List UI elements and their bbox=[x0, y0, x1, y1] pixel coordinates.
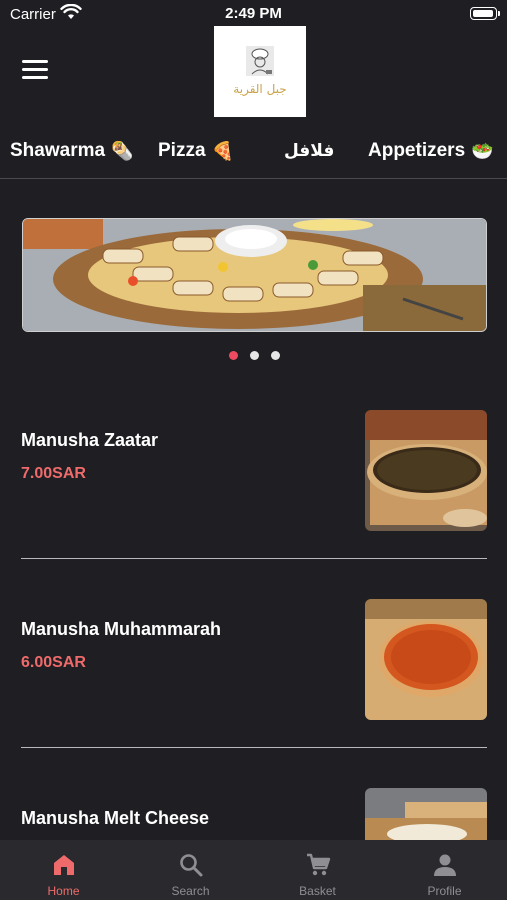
banner-carousel[interactable] bbox=[22, 218, 487, 332]
person-icon bbox=[433, 854, 456, 876]
product-divider bbox=[21, 558, 487, 559]
tab-label: Home bbox=[47, 884, 80, 898]
logo-text: جبل القرية bbox=[233, 82, 287, 96]
tab-label: Appetizers bbox=[368, 140, 466, 161]
product-item[interactable]: Manusha Zaatar 7.00SAR bbox=[0, 409, 507, 559]
tab-search[interactable]: Search bbox=[127, 840, 254, 900]
category-tabs: Shawarma 🌯 Pizza 🍕 فلافل Appetizers 🥗 bbox=[0, 134, 507, 170]
tab-falafel[interactable]: فلافل bbox=[284, 134, 334, 168]
tab-label: Pizza bbox=[158, 140, 206, 161]
tab-label: فلافل bbox=[284, 141, 335, 161]
tab-label: Basket bbox=[299, 884, 336, 898]
product-item[interactable]: Manusha Muhammarah 6.00SAR bbox=[0, 598, 507, 748]
product-image bbox=[365, 599, 487, 720]
wrap-emoji-icon: 🌯 bbox=[111, 140, 134, 162]
hamburger-icon bbox=[22, 60, 48, 63]
tab-label: Shawarma bbox=[10, 140, 106, 161]
tab-basket[interactable]: Basket bbox=[254, 840, 381, 900]
bottom-tab-bar: Home Search Basket Profile bbox=[0, 840, 507, 900]
tab-label: Profile bbox=[427, 884, 462, 898]
clock: 2:49 PM bbox=[225, 5, 282, 22]
menu-button[interactable] bbox=[22, 60, 48, 82]
cart-icon bbox=[306, 853, 330, 876]
product-name: Manusha Melt Cheese bbox=[21, 808, 210, 828]
salad-emoji-icon: 🥗 bbox=[471, 140, 494, 162]
tab-label: Search bbox=[171, 884, 210, 898]
restaurant-logo: جبل القرية bbox=[214, 26, 306, 117]
product-image bbox=[365, 410, 487, 531]
chef-icon bbox=[246, 46, 274, 76]
product-name: Manusha Muhammarah bbox=[21, 619, 222, 639]
carousel-dot-1[interactable] bbox=[229, 351, 238, 360]
tab-pizza[interactable]: Pizza 🍕 bbox=[158, 134, 234, 168]
pizza-emoji-icon: 🍕 bbox=[211, 140, 234, 162]
status-bar: Carrier 2:49 PM bbox=[0, 0, 507, 28]
product-divider bbox=[21, 747, 487, 748]
search-icon bbox=[179, 854, 202, 877]
tabs-divider bbox=[0, 178, 507, 179]
carousel-indicator bbox=[0, 351, 507, 361]
tab-appetizers[interactable]: Appetizers 🥗 bbox=[368, 134, 494, 168]
home-icon bbox=[53, 855, 74, 875]
tab-shawarma[interactable]: Shawarma 🌯 bbox=[10, 134, 133, 168]
product-price: 6.00SAR bbox=[21, 654, 86, 671]
battery-icon bbox=[470, 7, 500, 20]
product-name: Manusha Zaatar bbox=[21, 430, 159, 450]
carousel-dot-3[interactable] bbox=[271, 351, 280, 360]
banner-image bbox=[23, 219, 486, 331]
tab-profile[interactable]: Profile bbox=[381, 840, 507, 900]
carousel-dot-2[interactable] bbox=[250, 351, 259, 360]
product-price: 7.00SAR bbox=[21, 465, 86, 482]
tab-home[interactable]: Home bbox=[0, 840, 127, 900]
